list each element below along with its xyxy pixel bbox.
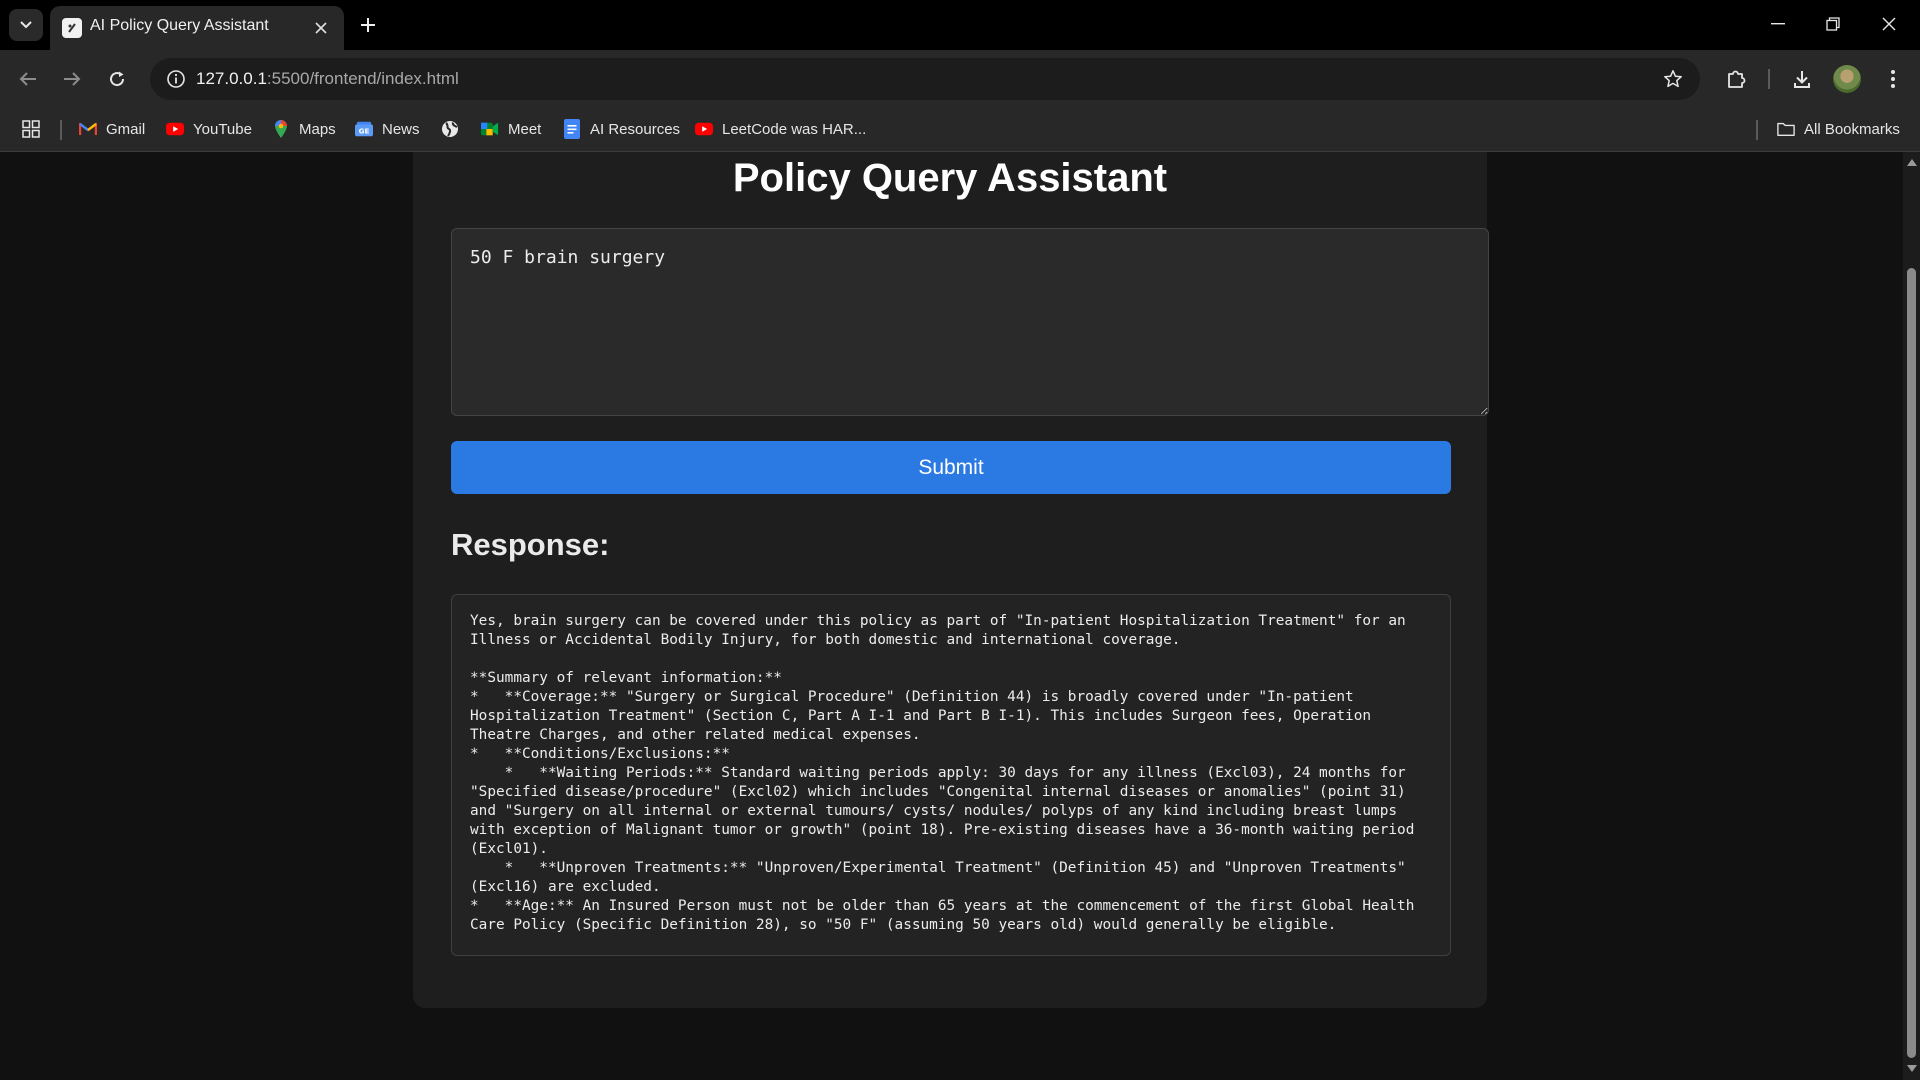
- submit-button[interactable]: Submit: [451, 441, 1451, 494]
- meet-icon: [481, 120, 499, 138]
- all-bookmarks-button[interactable]: All Bookmarks: [1777, 116, 1900, 142]
- assistant-card: Policy Query Assistant 50 F brain surger…: [413, 152, 1489, 1008]
- bookmark-leetcode[interactable]: LeetCode was HAR...: [695, 116, 866, 142]
- bookmark-maps[interactable]: Maps: [272, 116, 336, 142]
- response-text: Yes, brain surgery can be covered under …: [470, 613, 1415, 933]
- active-tab[interactable]: AI Policy Query Assistant: [50, 6, 344, 50]
- extensions-puzzle-icon[interactable]: [1719, 62, 1753, 96]
- address-bar[interactable]: 127.0.0.1:5500/frontend/index.html: [150, 58, 1700, 100]
- bookmark-news[interactable]: GE News: [355, 116, 420, 142]
- youtube-icon: [695, 120, 713, 138]
- response-box: Yes, brain surgery can be covered under …: [451, 594, 1451, 956]
- back-arrow-icon[interactable]: [11, 62, 45, 96]
- bookmark-star-icon[interactable]: [1658, 64, 1688, 94]
- svg-text:GE: GE: [359, 127, 370, 136]
- bookmarks-divider: [60, 120, 62, 140]
- tab-title: AI Policy Query Assistant: [90, 17, 269, 34]
- page-viewport: Policy Query Assistant 50 F brain surger…: [0, 152, 1903, 1080]
- profile-avatar[interactable]: [1833, 65, 1861, 93]
- bookmarks-divider-right: [1756, 120, 1758, 140]
- bookmark-gmail[interactable]: Gmail: [79, 116, 145, 142]
- close-tab-icon[interactable]: [310, 17, 332, 39]
- scroll-down-arrow-icon[interactable]: [1906, 1063, 1917, 1073]
- browser-toolbar: 127.0.0.1:5500/frontend/index.html: [0, 50, 1920, 108]
- chevron-down-icon: [20, 21, 32, 29]
- scrollbar-thumb[interactable]: [1907, 268, 1916, 1058]
- forward-arrow-icon[interactable]: [55, 62, 89, 96]
- toolbar-divider: [1768, 69, 1770, 89]
- restore-icon[interactable]: [1811, 6, 1855, 42]
- close-window-icon[interactable]: [1867, 6, 1911, 42]
- page-favicon-icon: [62, 18, 82, 38]
- download-icon[interactable]: [1785, 62, 1819, 96]
- minimize-icon[interactable]: [1756, 6, 1800, 42]
- docs-icon: [563, 119, 581, 139]
- reload-icon[interactable]: [100, 62, 134, 96]
- tab-search-button[interactable]: [9, 9, 43, 41]
- bookmark-meet[interactable]: Meet: [481, 116, 541, 142]
- bookmark-youtube[interactable]: YouTube: [166, 116, 252, 142]
- query-input[interactable]: 50 F brain surgery: [451, 228, 1489, 416]
- response-heading: Response:: [451, 527, 610, 562]
- site-info-icon[interactable]: [160, 63, 192, 95]
- news-icon: GE: [355, 120, 373, 138]
- new-tab-plus-icon[interactable]: [355, 12, 381, 38]
- bookmark-ai-resources[interactable]: AI Resources: [563, 116, 680, 142]
- maps-icon: [272, 120, 290, 138]
- bookmarks-bar: Gmail YouTube Maps GE News Meet AI Resou…: [0, 108, 1920, 152]
- url-text[interactable]: 127.0.0.1:5500/frontend/index.html: [196, 69, 459, 89]
- tab-strip: AI Policy Query Assistant: [0, 0, 1920, 50]
- gmail-icon: [79, 120, 97, 138]
- apps-grid-icon[interactable]: [22, 116, 40, 142]
- page-scrollbar[interactable]: [1903, 152, 1920, 1080]
- globe-icon: [441, 120, 459, 138]
- youtube-icon: [166, 120, 184, 138]
- bookmark-globe[interactable]: [441, 116, 468, 142]
- scroll-up-arrow-icon[interactable]: [1906, 157, 1917, 167]
- page-title: Policy Query Assistant: [732, 156, 1168, 200]
- folder-icon: [1777, 120, 1795, 138]
- kebab-menu-icon[interactable]: [1876, 62, 1910, 96]
